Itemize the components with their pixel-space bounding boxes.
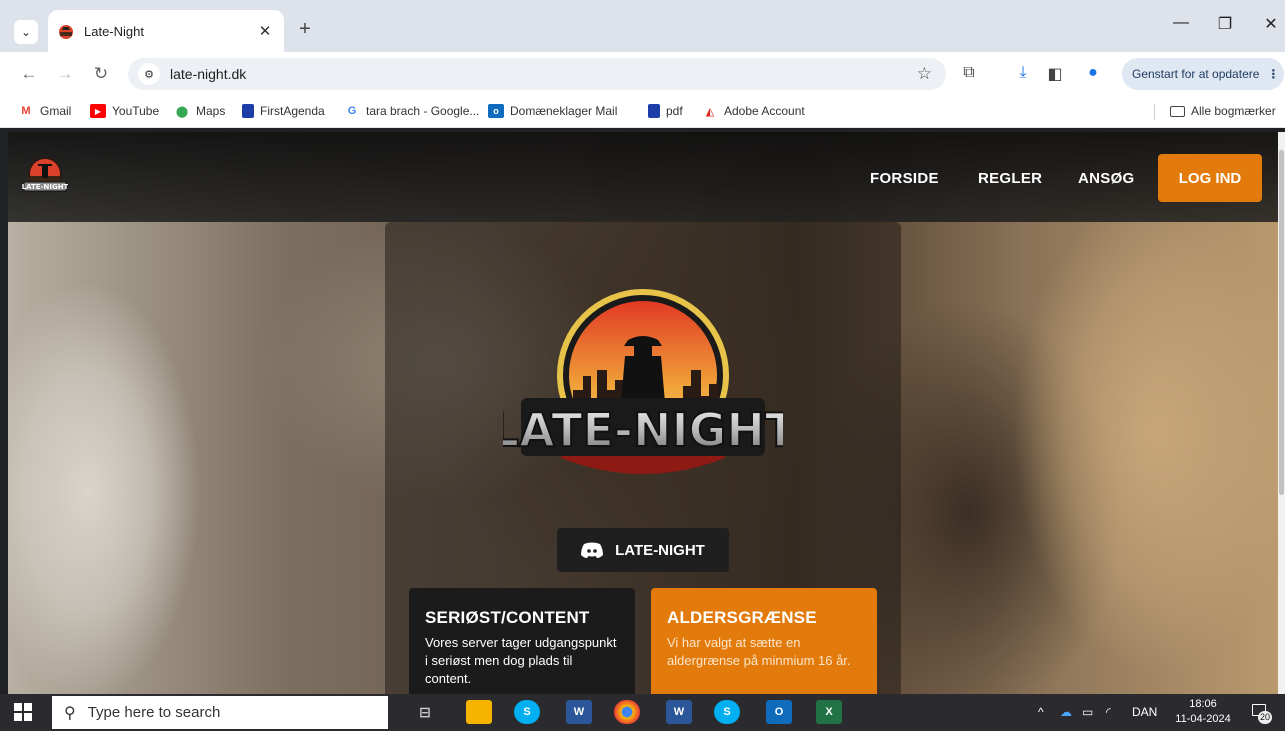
bookmark-label: Maps	[196, 104, 226, 118]
google-icon: G	[347, 105, 357, 117]
browser-toolbar: ← → ↻ ⚙ late-night.dk ☆ ⧉ ⤓ ◧ ● Genstart…	[0, 52, 1285, 96]
clock-time: 18:06	[1189, 698, 1217, 710]
bookmark-maps[interactable]: ⬤ Maps	[174, 104, 226, 118]
side-panel-icon[interactable]: ◧	[1044, 64, 1066, 84]
card-text: Vi har valgt at sætte en aldergrænse på …	[667, 635, 851, 668]
bookmark-label: YouTube	[112, 104, 160, 118]
bookmark-pdf[interactable]: pdf	[648, 104, 683, 118]
clock-date: 11-04-2024	[1175, 713, 1231, 725]
bookmark-label: tara brach - Google...	[366, 104, 480, 118]
nav-regler[interactable]: REGLER	[978, 170, 1042, 187]
youtube-icon: ▶	[90, 104, 106, 118]
bookmark-domaeneklager[interactable]: o Domæneklager Mail	[488, 104, 617, 118]
notification-center-icon[interactable]: 20	[1250, 702, 1272, 724]
bookmark-adobe[interactable]: ◭ Adobe Account	[702, 104, 805, 118]
browser-tab[interactable]: Late-Night ✕	[48, 10, 284, 52]
file-explorer-icon[interactable]	[466, 700, 492, 724]
forward-icon[interactable]: →	[54, 64, 76, 84]
windows-start-icon[interactable]	[14, 703, 32, 721]
nav-ansoeg[interactable]: ANSØG	[1078, 170, 1135, 187]
outlook-taskbar-icon[interactable]: O	[766, 700, 792, 724]
header-logo-text: LATE-NIGHT	[22, 183, 68, 191]
all-bookmarks-button[interactable]: Alle bogmærker	[1170, 104, 1276, 118]
restart-update-button[interactable]: Genstart for at opdatere ⋮	[1122, 58, 1284, 90]
windows-taskbar: ⚲ Type here to search ⊟ S W W S O X ^ ☁ …	[0, 694, 1285, 731]
task-view-icon[interactable]: ⊟	[412, 700, 438, 724]
bookmark-tara-brach[interactable]: G tara brach - Google...	[344, 104, 480, 118]
info-card-aldersgraense: ALDERSGRÆNSE Vi har valgt at sætte en al…	[651, 588, 877, 694]
search-icon: ⚲	[64, 704, 76, 722]
tray-chevron-icon[interactable]: ^	[1038, 705, 1044, 719]
restart-label: Genstart for at opdatere	[1132, 67, 1260, 81]
download-icon[interactable]: ⤓	[1012, 64, 1034, 82]
battery-icon[interactable]: ▭	[1082, 705, 1093, 719]
restore-icon[interactable]: ❐	[1210, 14, 1240, 34]
all-bookmarks-label: Alle bogmærker	[1191, 104, 1276, 118]
late-night-favicon-icon	[59, 25, 73, 39]
extensions-icon[interactable]: ⧉	[958, 64, 980, 82]
bookmark-star-icon[interactable]: ☆	[917, 64, 932, 84]
adobe-icon: ◭	[705, 105, 715, 118]
close-window-icon[interactable]: ✕	[1256, 14, 1285, 34]
bookmark-gmail[interactable]: M Gmail	[18, 104, 71, 118]
chrome-icon[interactable]	[614, 700, 640, 724]
bookmark-firstagenda[interactable]: FirstAgenda	[242, 104, 325, 118]
discord-button[interactable]: LATE-NIGHT	[557, 528, 729, 572]
gmail-icon: M	[21, 105, 31, 117]
tab-close-icon[interactable]: ✕	[256, 22, 274, 40]
wifi-icon[interactable]: ◜	[1106, 705, 1111, 719]
site-header: LATE-NIGHT FORSIDE REGLER ANSØG LOG IND	[8, 132, 1278, 222]
bookmark-label: Domæneklager Mail	[510, 104, 618, 118]
bookmark-youtube[interactable]: ▶ YouTube	[90, 104, 159, 118]
bookmark-label: Adobe Account	[724, 104, 805, 118]
back-icon[interactable]: ←	[18, 64, 40, 84]
card-title: SERIØST/CONTENT	[425, 608, 590, 627]
header-logo[interactable]: LATE-NIGHT	[22, 154, 68, 200]
onedrive-icon[interactable]: ☁	[1060, 705, 1072, 719]
word-icon-2[interactable]: W	[666, 700, 692, 724]
bookmark-label: FirstAgenda	[260, 104, 325, 118]
folder-icon	[1170, 105, 1185, 117]
nav-forside[interactable]: FORSIDE	[870, 170, 939, 187]
discord-icon	[581, 542, 604, 558]
search-placeholder: Type here to search	[87, 704, 221, 721]
scrollbar-thumb[interactable]	[1279, 150, 1284, 495]
outlook-icon: o	[488, 104, 504, 118]
word-icon[interactable]: W	[566, 700, 592, 724]
page-viewport: LATE-NIGHT FORSIDE REGLER ANSØG LOG IND	[8, 132, 1278, 694]
minimize-icon[interactable]: —	[1166, 14, 1196, 32]
excel-icon[interactable]: X	[816, 700, 842, 724]
discord-label: LATE-NIGHT	[615, 541, 705, 559]
taskbar-clock[interactable]: 18:06 11-04-2024	[1170, 697, 1236, 727]
notification-count: 20	[1258, 711, 1272, 724]
site-info-icon[interactable]: ⚙	[138, 63, 160, 85]
bookmarks-divider	[1154, 104, 1155, 120]
tab-title: Late-Night	[84, 23, 144, 39]
info-card-serioest: SERIØST/CONTENT Vores server tager udgan…	[409, 588, 635, 694]
tab-search-button[interactable]: ⌄	[14, 20, 38, 44]
maps-icon: ⬤	[175, 105, 189, 118]
profile-icon[interactable]: ●	[1082, 64, 1104, 82]
browser-tabbar: ⌄ Late-Night ✕ + — ❐ ✕	[0, 0, 1285, 52]
firstagenda-icon	[242, 104, 254, 118]
late-night-logo: LATE-NIGHT	[503, 289, 783, 474]
language-indicator[interactable]: DAN	[1132, 705, 1157, 719]
skype-icon-2[interactable]: S	[714, 700, 740, 724]
address-url: late-night.dk	[170, 66, 247, 82]
reload-icon[interactable]: ↻	[90, 64, 112, 84]
card-text: Vores server tager udgangspunkt i seriøs…	[425, 635, 617, 686]
skype-icon[interactable]: S	[514, 700, 540, 724]
card-title: ALDERSGRÆNSE	[667, 608, 817, 627]
taskbar-search-input[interactable]: ⚲ Type here to search	[52, 696, 388, 729]
hero-panel: LATE-NIGHT LATE-NIGHT SERIØST/CONTENT Vo…	[385, 222, 901, 694]
bookmark-label: Gmail	[40, 104, 72, 118]
bookmark-label: pdf	[666, 104, 683, 118]
login-button[interactable]: LOG IND	[1158, 154, 1262, 202]
menu-dots-icon[interactable]: ⋮	[1267, 67, 1279, 81]
logo-wordmark: LATE-NIGHT	[503, 403, 783, 457]
address-bar[interactable]: ⚙ late-night.dk ☆	[128, 58, 946, 90]
pdf-icon	[648, 104, 660, 118]
bookmarks-bar: M Gmail ▶ YouTube ⬤ Maps FirstAgenda G t…	[0, 96, 1285, 128]
new-tab-button[interactable]: +	[294, 18, 316, 41]
